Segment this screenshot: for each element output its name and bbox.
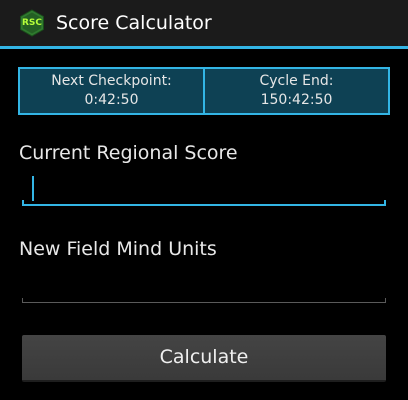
app-title: Score Calculator [56,12,212,34]
rsc-hexagon-icon: RSC [18,9,46,37]
current-regional-score-input[interactable] [22,172,386,206]
current-regional-score-underline [22,200,386,206]
cycle-end-box: Cycle End: 150:42:50 [204,67,390,115]
cycle-end-label: Cycle End: [259,73,334,89]
app-window: RSC Score Calculator Next Checkpoint: 0:… [0,0,408,400]
status-row: Next Checkpoint: 0:42:50 Cycle End: 150:… [18,67,390,115]
app-icon-label: RSC [21,18,43,28]
calculate-button[interactable]: Calculate [22,335,386,382]
cycle-end-value: 150:42:50 [260,92,333,108]
new-field-mind-units-label: New Field Mind Units [19,238,217,260]
text-cursor [32,176,34,201]
current-regional-score-label: Current Regional Score [19,142,238,164]
new-field-mind-units-input[interactable] [22,268,386,302]
action-bar: RSC Score Calculator [0,0,408,46]
next-checkpoint-box: Next Checkpoint: 0:42:50 [18,67,204,115]
next-checkpoint-label: Next Checkpoint: [51,73,172,89]
next-checkpoint-value: 0:42:50 [84,92,139,108]
new-field-mind-units-underline [22,298,386,303]
action-bar-divider [0,46,408,49]
